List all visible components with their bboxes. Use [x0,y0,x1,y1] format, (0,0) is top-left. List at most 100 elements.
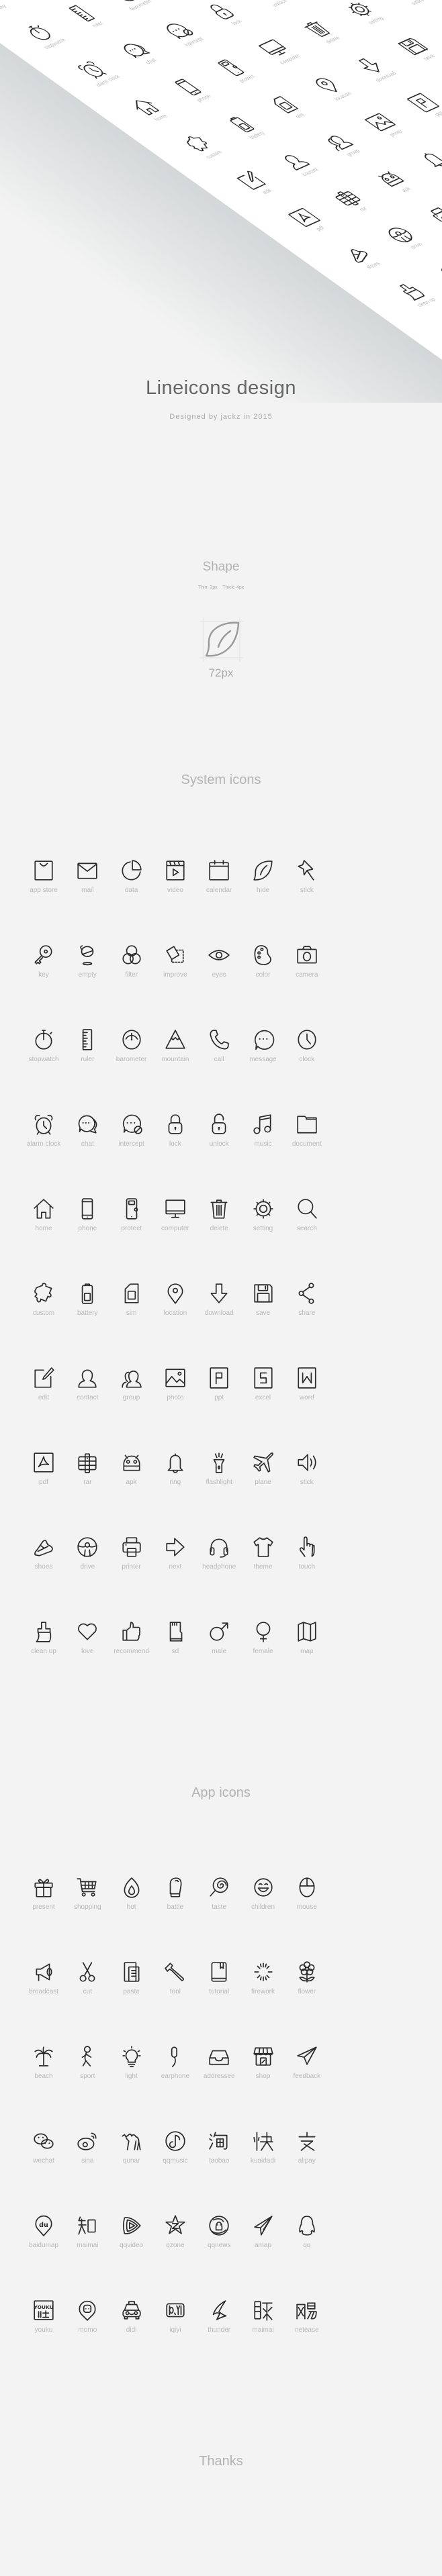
system-icon-clock[interactable]: clock [285,1028,328,1075]
system-icon-next[interactable]: next [154,1536,197,1583]
app-icon-hot[interactable]: hot [110,1876,153,1923]
app-icon-battle[interactable]: battle [154,1876,197,1923]
system-icon-custom[interactable]: custom [22,1282,65,1329]
app-icon-qqnews[interactable]: qqnews [197,2214,240,2261]
system-icon-message[interactable]: message [242,1028,285,1075]
app-icon-mouse[interactable]: mouse [285,1876,328,1923]
app-icon-didi[interactable]: didi [110,2299,153,2346]
app-icon-momo[interactable]: momo [66,2299,109,2346]
system-icon-search[interactable]: search [285,1197,328,1244]
system-icon-pdf[interactable]: pdf [22,1451,65,1498]
app-icon-light[interactable]: light [110,2045,153,2092]
system-icon-document[interactable]: document [285,1113,328,1160]
system-icon-key[interactable]: key [22,944,65,991]
system-icon-chat[interactable]: chat [66,1113,109,1160]
app-icon-firework[interactable]: firework [242,1961,285,2008]
system-icon-filter[interactable]: filter [110,944,153,991]
system-icon-music[interactable]: music [242,1113,285,1160]
app-icon-tutorial[interactable]: tutorial [197,1961,240,2008]
system-icon-plane[interactable]: plane [242,1451,285,1498]
system-icon-drive[interactable]: drive [66,1536,109,1583]
system-icon-word[interactable]: word [285,1367,328,1414]
system-icon-call[interactable]: call [197,1028,240,1075]
system-icon-excel[interactable]: excel [242,1367,285,1414]
system-icon-phone[interactable]: phone [66,1197,109,1244]
app-icon-iqiyi[interactable]: iqiyi [154,2299,197,2346]
system-icon-alarm-clock[interactable]: alarm clock [22,1113,65,1160]
app-icon-amap[interactable]: amap [242,2214,285,2261]
system-icon-male[interactable]: male [197,1620,240,1667]
system-icon-delete[interactable]: delete [197,1197,240,1244]
system-icon-love[interactable]: love [66,1620,109,1667]
system-icon-clean-up[interactable]: clean up [22,1620,65,1667]
system-icon-ruler[interactable]: ruler [66,1028,109,1075]
system-icon-data[interactable]: data [110,859,153,906]
system-icon-rar[interactable]: rar [66,1451,109,1498]
system-icon-app-store[interactable]: app store [22,859,65,906]
system-icon-battery[interactable]: battery [66,1282,109,1329]
app-icon-youku[interactable]: YOUKU youku [22,2299,65,2346]
system-icon-stick[interactable]: stick [285,859,328,906]
app-icon-wechat[interactable]: wechat [22,2130,65,2177]
app-icon-maimai[interactable]: maimai [66,2214,109,2261]
system-icon-ppt[interactable]: ppt [197,1367,240,1414]
system-icon-stopwatch[interactable]: stopwatch [22,1028,65,1075]
app-icon-present[interactable]: present [22,1876,65,1923]
system-icon-map[interactable]: map [285,1620,328,1667]
app-icon-children[interactable]: children [242,1876,285,1923]
app-icon-broadcast[interactable]: broadcast [22,1961,65,2008]
system-icon-contact[interactable]: contact [66,1367,109,1414]
system-icon-eyes[interactable]: eyes [197,944,240,991]
system-icon-computer[interactable]: computer [154,1197,197,1244]
system-icon-improve[interactable]: improve [154,944,197,991]
system-icon-location[interactable]: location [154,1282,197,1329]
app-icon-sport[interactable]: sport [66,2045,109,2092]
app-icon-feedback[interactable]: feedback [285,2045,328,2092]
system-icon-touch[interactable]: touch [285,1536,328,1583]
app-icon-shopping[interactable]: shopping [66,1876,109,1923]
app-icon-kuaidadi[interactable]: kuaidadi [242,2130,285,2177]
system-icon-theme[interactable]: theme [242,1536,285,1583]
app-icon-tool[interactable]: tool [154,1961,197,2008]
app-icon-qqvideo[interactable]: qqvideo [110,2214,153,2261]
system-icon-setting[interactable]: setting [242,1197,285,1244]
system-icon-lock[interactable]: lock [154,1113,197,1160]
system-icon-edit[interactable]: edit [22,1367,65,1414]
system-icon-sd[interactable]: sd [154,1620,197,1667]
system-icon-ring[interactable]: ring [154,1451,197,1498]
system-icon-stick[interactable]: stick [285,1451,328,1498]
app-icon-taste[interactable]: taste [197,1876,240,1923]
system-icon-color[interactable]: color [242,944,285,991]
system-icon-unlock[interactable]: unlock [197,1113,240,1160]
app-icon-shop[interactable]: shop [242,2045,285,2092]
app-icon-qzone[interactable]: qzone [154,2214,197,2261]
system-icon-apk[interactable]: apk [110,1451,153,1498]
app-icon-paste[interactable]: paste [110,1961,153,2008]
app-icon-baidumap[interactable]: du baidumap [22,2214,65,2261]
app-icon-sina[interactable]: sina [66,2130,109,2177]
system-icon-intercept[interactable]: intercept [110,1113,153,1160]
system-icon-protect[interactable]: protect [110,1197,153,1244]
system-icon-home[interactable]: home [22,1197,65,1244]
system-icon-headphone[interactable]: headphone [197,1536,240,1583]
system-icon-flashlight[interactable]: flashlight [197,1451,240,1498]
system-icon-calendar[interactable]: calendar [197,859,240,906]
system-icon-hide[interactable]: hide [242,859,285,906]
app-icon-flower[interactable]: flower [285,1961,328,2008]
system-icon-barometer[interactable]: barometer [110,1028,153,1075]
app-icon-thunder[interactable]: thunder [197,2299,240,2346]
system-icon-recommend[interactable]: recommend [110,1620,153,1667]
app-icon-qqmusic[interactable]: qqmusic [154,2130,197,2177]
system-icon-group[interactable]: group [110,1367,153,1414]
app-icon-earphone[interactable]: earphone [154,2045,197,2092]
system-icon-sim[interactable]: sim [110,1282,153,1329]
app-icon-alipay[interactable]: alipay [285,2130,328,2177]
system-icon-mountain[interactable]: mountain [154,1028,197,1075]
app-icon-netease[interactable]: netease [285,2299,328,2346]
system-icon-mail[interactable]: mail [66,859,109,906]
system-icon-printer[interactable]: printer [110,1536,153,1583]
system-icon-shoes[interactable]: shoes [22,1536,65,1583]
app-icon-maimai[interactable]: maimai [242,2299,285,2346]
app-icon-cut[interactable]: cut [66,1961,109,2008]
system-icon-female[interactable]: female [242,1620,285,1667]
